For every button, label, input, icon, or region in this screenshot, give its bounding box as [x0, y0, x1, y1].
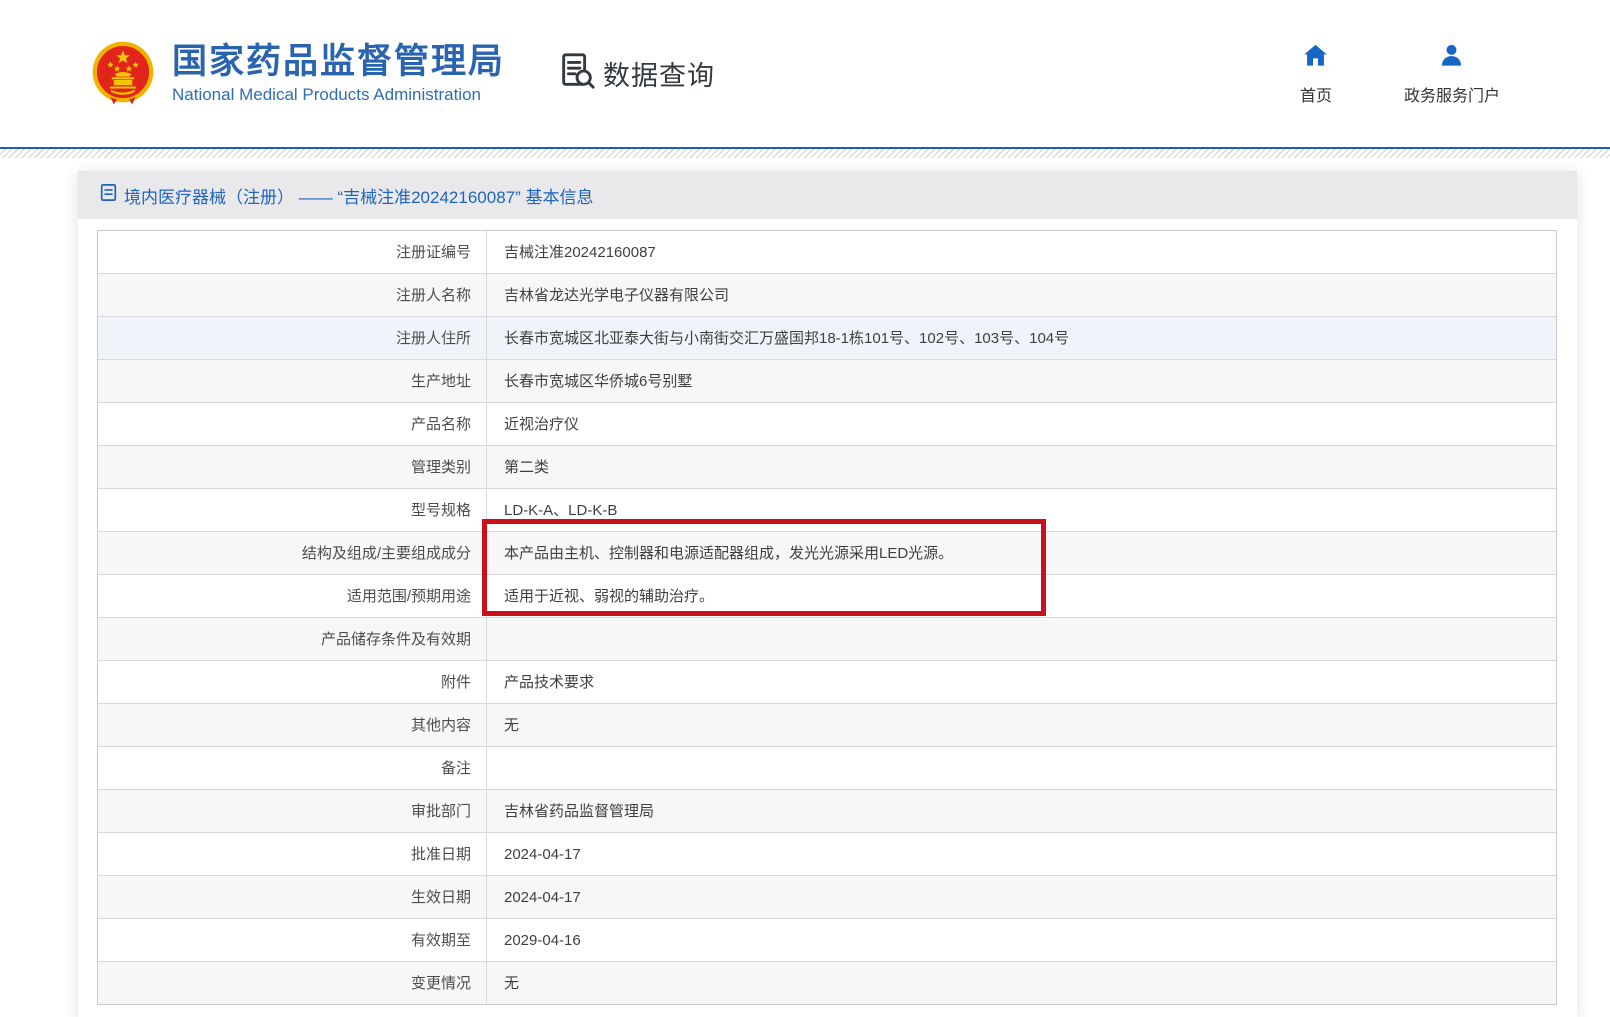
table-row: 产品名称 近视治疗仪	[98, 403, 1556, 446]
row-value: 吉林省龙达光学电子仪器有限公司	[487, 274, 1556, 316]
row-label: 注册证编号	[98, 231, 487, 273]
row-label: 型号规格	[98, 489, 487, 531]
row-value: LD-K-A、LD-K-B	[487, 489, 1556, 531]
table-row: 其他内容 无	[98, 704, 1556, 747]
row-value: 无	[487, 704, 1556, 746]
row-label: 适用范围/预期用途	[98, 575, 487, 617]
card-titlebar: 境内医疗器械（注册） —— “吉械注准20242160087” 基本信息	[78, 171, 1577, 219]
table-row: 变更情况 无	[98, 962, 1556, 1004]
row-label: 审批部门	[98, 790, 487, 832]
table-row: 有效期至 2029-04-16	[98, 919, 1556, 962]
nav-label-portal: 政务服务门户	[1404, 82, 1500, 106]
row-value: 适用于近视、弱视的辅助治疗。	[487, 575, 1556, 617]
nav-label-home: 首页	[1300, 82, 1332, 106]
org-name-zh: 国家药品监督管理局	[172, 42, 505, 82]
row-value: 本产品由主机、控制器和电源适配器组成，发光光源采用LED光源。	[487, 532, 1556, 574]
registration-table: 注册证编号 吉械注准20242160087 注册人名称 吉林省龙达光学电子仪器有…	[97, 230, 1557, 1005]
national-emblem-icon	[90, 41, 156, 107]
document-icon	[100, 183, 124, 207]
row-label: 有效期至	[98, 919, 487, 961]
row-label: 其他内容	[98, 704, 487, 746]
header-nav: 首页 政务服务门户	[1300, 42, 1500, 106]
row-value	[487, 618, 1556, 660]
table-body: 注册证编号 吉械注准20242160087 注册人名称 吉林省龙达光学电子仪器有…	[98, 231, 1556, 1004]
row-label: 管理类别	[98, 446, 487, 488]
row-value: 近视治疗仪	[487, 403, 1556, 445]
table-row: 型号规格 LD-K-A、LD-K-B	[98, 489, 1556, 532]
row-value: 长春市宽城区华侨城6号别墅	[487, 360, 1556, 402]
table-row: 结构及组成/主要组成成分 本产品由主机、控制器和电源适配器组成，发光光源采用LE…	[98, 532, 1556, 575]
table-row: 适用范围/预期用途 适用于近视、弱视的辅助治疗。	[98, 575, 1556, 618]
home-icon	[1302, 42, 1329, 74]
row-label: 结构及组成/主要组成成分	[98, 532, 487, 574]
nav-item-portal[interactable]: 政务服务门户	[1404, 42, 1500, 106]
table-row: 注册证编号 吉械注准20242160087	[98, 231, 1556, 274]
row-label: 备注	[98, 747, 487, 789]
content-card: 境内医疗器械（注册） —— “吉械注准20242160087” 基本信息 注册证…	[78, 171, 1577, 1017]
row-label: 产品名称	[98, 403, 487, 445]
nav-item-home[interactable]: 首页	[1300, 42, 1332, 106]
row-value: 无	[487, 962, 1556, 1004]
row-label: 批准日期	[98, 833, 487, 875]
org-name-en: National Medical Products Administration	[172, 85, 505, 105]
table-row: 注册人名称 吉林省龙达光学电子仪器有限公司	[98, 274, 1556, 317]
row-label: 生效日期	[98, 876, 487, 918]
page-title: 境内医疗器械（注册） —— “吉械注准20242160087” 基本信息	[124, 183, 594, 208]
row-value: 吉林省药品监督管理局	[487, 790, 1556, 832]
row-label: 注册人名称	[98, 274, 487, 316]
row-value	[487, 747, 1556, 789]
table-row: 批准日期 2024-04-17	[98, 833, 1556, 876]
user-icon	[1438, 42, 1465, 74]
row-value: 产品技术要求	[487, 661, 1556, 703]
row-label: 变更情况	[98, 962, 487, 1004]
site-logo[interactable]: 国家药品监督管理局 National Medical Products Admi…	[90, 41, 505, 107]
table-row: 注册人住所 长春市宽城区北亚泰大街与小南街交汇万盛国邦18-1栋101号、102…	[98, 317, 1556, 360]
row-value: 2024-04-17	[487, 833, 1556, 875]
row-label: 产品储存条件及有效期	[98, 618, 487, 660]
table-row: 备注	[98, 747, 1556, 790]
table-row: 管理类别 第二类	[98, 446, 1556, 489]
table-row: 生产地址 长春市宽城区华侨城6号别墅	[98, 360, 1556, 403]
data-query-label: 数据查询	[603, 54, 715, 93]
document-search-icon	[557, 51, 603, 96]
diagonal-stripe-band	[0, 149, 1610, 158]
table-row: 产品储存条件及有效期	[98, 618, 1556, 661]
table-row: 附件 产品技术要求	[98, 661, 1556, 704]
row-value: 第二类	[487, 446, 1556, 488]
data-query-nav[interactable]: 数据查询	[557, 51, 715, 96]
row-label: 注册人住所	[98, 317, 487, 359]
row-value: 2024-04-17	[487, 876, 1556, 918]
row-value: 长春市宽城区北亚泰大街与小南街交汇万盛国邦18-1栋101号、102号、103号…	[487, 317, 1556, 359]
row-label: 附件	[98, 661, 487, 703]
row-value: 吉械注准20242160087	[487, 231, 1556, 273]
table-row: 审批部门 吉林省药品监督管理局	[98, 790, 1556, 833]
table-row: 生效日期 2024-04-17	[98, 876, 1556, 919]
row-label: 生产地址	[98, 360, 487, 402]
row-value: 2029-04-16	[487, 919, 1556, 961]
site-header: 国家药品监督管理局 National Medical Products Admi…	[0, 0, 1610, 147]
